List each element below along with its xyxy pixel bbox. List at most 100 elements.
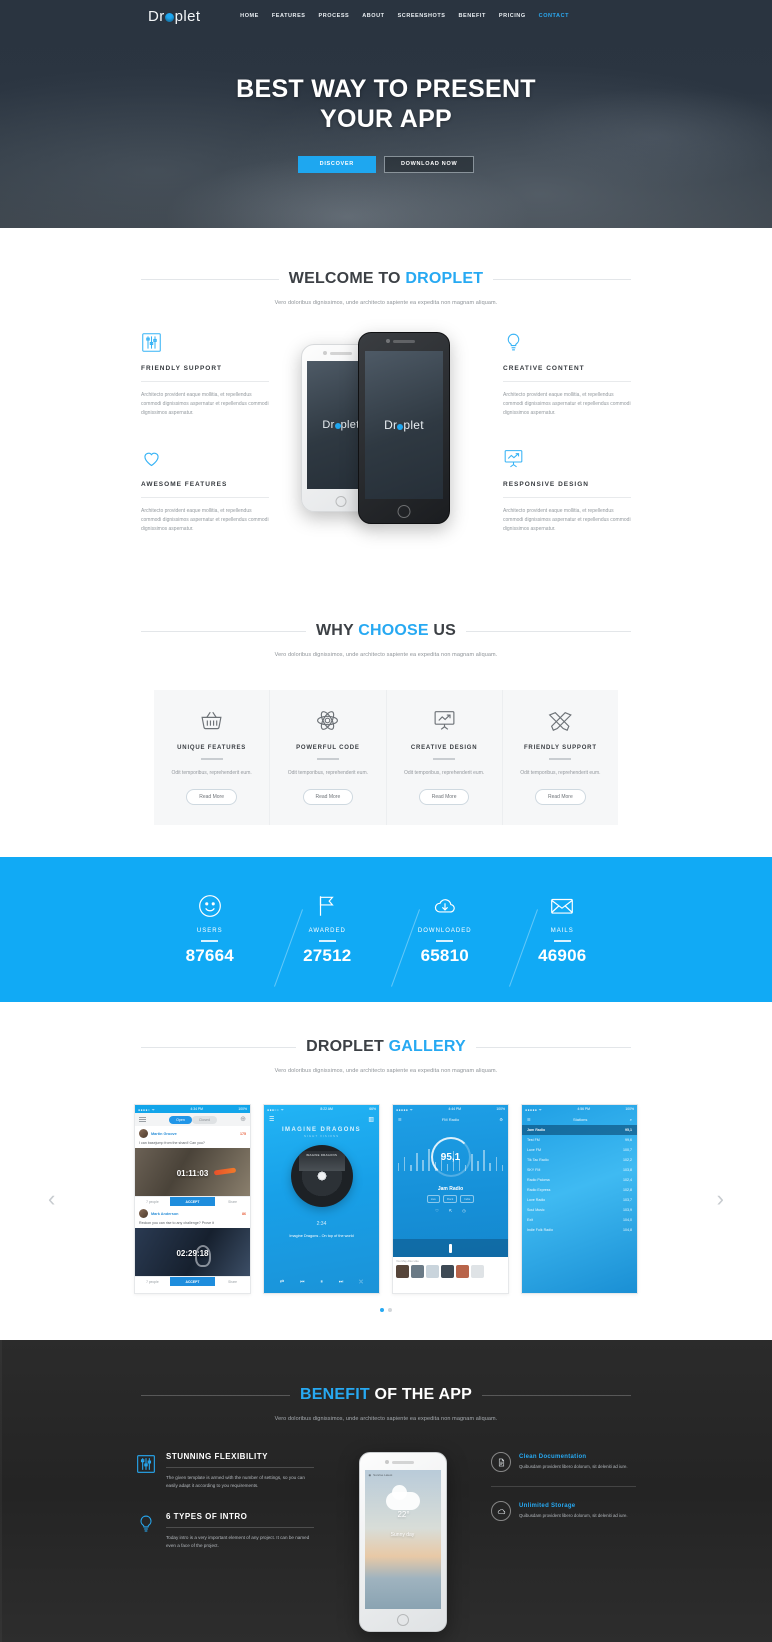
- nav-item-about[interactable]: ABOUT: [362, 13, 384, 19]
- recommendations-panel: You May Also Like: [393, 1257, 508, 1293]
- read-more-button[interactable]: Read More: [302, 789, 354, 805]
- station-row[interactable]: Test FM 99,6: [522, 1135, 637, 1145]
- album-sleeve-text: IMAGINE DRAGONS: [298, 1151, 345, 1171]
- flag-icon: [314, 893, 340, 919]
- accept-button[interactable]: ACCEPT: [169, 1197, 216, 1206]
- station-row[interactable]: Tik Tac Radio 102,2: [522, 1155, 637, 1165]
- repeat-icon[interactable]: ⇄: [280, 1279, 284, 1285]
- playlist-icon[interactable]: ▥: [368, 1116, 374, 1123]
- station-row[interactable]: Jam Radio 95,1: [522, 1125, 637, 1135]
- station-row[interactable]: Indie Folk Radio 104,8: [522, 1225, 637, 1235]
- card-unique-features: UNIQUE FEATURES Odit temporibus, reprehe…: [154, 690, 271, 825]
- post-text: Reckon you can rise to any challenge? Pr…: [139, 1221, 214, 1225]
- nav-item-process[interactable]: PROCESS: [319, 13, 350, 19]
- benefit-title: BENEFIT OF THE APP: [300, 1386, 472, 1404]
- radio-toolbar: ☰ FM Radio ⚙: [393, 1113, 508, 1125]
- station-freq: 102,2: [623, 1158, 632, 1162]
- info-icon[interactable]: ◷: [462, 1208, 466, 1213]
- thumb[interactable]: [396, 1265, 409, 1278]
- benefit-left-column: STUNNING FLEXIBILITY The given template …: [136, 1452, 314, 1572]
- favorite-icon[interactable]: ♡: [435, 1208, 439, 1213]
- read-more-button[interactable]: Read More: [418, 789, 470, 805]
- benefit-right-body: Quibusdam provident libero dolorum, sit …: [519, 1464, 628, 1469]
- gallery-screenshot-stations[interactable]: ●●●●● ᯤ 4:56 PM 100% ☰ Stations ⌕ Jam Ra…: [521, 1104, 638, 1294]
- why-cards-row: UNIQUE FEATURES Odit temporibus, reprehe…: [154, 690, 618, 825]
- features-column-left: FRIENDLY SUPPORT Architecto provident ea…: [141, 332, 269, 572]
- weather-app-label: ◉ Sunrise Latest: [365, 1470, 441, 1480]
- post-actions: 7 people ACCEPT Share: [135, 1196, 250, 1206]
- settings-icon[interactable]: ⚙: [499, 1117, 503, 1122]
- gallery-screenshot-music-player[interactable]: ●●●○○ ᯤ 8:22 AM 66% ☰ ▥ IMAGINE DRAGONS …: [263, 1104, 380, 1294]
- nav-item-features[interactable]: FEATURES: [272, 13, 306, 19]
- thumb[interactable]: [456, 1265, 469, 1278]
- nav-item-contact[interactable]: CONTACT: [539, 13, 569, 19]
- shuffle-icon[interactable]: ⤬: [359, 1279, 363, 1285]
- share-icon[interactable]: ⇱: [449, 1208, 452, 1213]
- stat-value: 87664: [185, 946, 234, 965]
- tuner-slider[interactable]: [393, 1239, 508, 1257]
- gallery-section: DROPLET GALLERY Vero doloribus dignissim…: [0, 1002, 772, 1340]
- menu-icon[interactable]: ☰: [398, 1117, 402, 1122]
- stations-screen: ●●●●● ᯤ 4:56 PM 100% ☰ Stations ⌕ Jam Ra…: [522, 1105, 637, 1293]
- phone-camera: [384, 1460, 389, 1464]
- accept-button[interactable]: ACCEPT: [169, 1277, 216, 1286]
- play-pause-icon[interactable]: ⏸: [320, 1279, 323, 1285]
- menu-icon[interactable]: [139, 1115, 146, 1123]
- tab-open[interactable]: Open: [169, 1115, 192, 1124]
- thumb[interactable]: [426, 1265, 439, 1278]
- station-row[interactable]: Love Radio 103,7: [522, 1195, 637, 1205]
- station-row[interactable]: Radio Paloma 102,4: [522, 1175, 637, 1185]
- station-freq: 103,9: [623, 1208, 632, 1212]
- welcome-subtitle: Vero doloribus dignissimos, unde archite…: [274, 300, 498, 306]
- weather-app-icon: ◉: [368, 1473, 372, 1477]
- carousel-dot-2[interactable]: [388, 1308, 392, 1312]
- tab-closed[interactable]: Closed: [191, 1115, 218, 1124]
- player-toolbar: ☰ ▥: [264, 1113, 379, 1125]
- phone-camera: [386, 339, 390, 343]
- thumb[interactable]: [471, 1265, 484, 1278]
- bulb-icon: [503, 332, 524, 353]
- thumb[interactable]: [411, 1265, 424, 1278]
- station-row[interactable]: SKY FM 103,8: [522, 1165, 637, 1175]
- menu-icon[interactable]: ☰: [527, 1117, 531, 1122]
- nav-item-pricing[interactable]: PRICING: [499, 13, 526, 19]
- previous-icon[interactable]: ⏮: [300, 1279, 305, 1285]
- station-row[interactable]: Radio Express 102,8: [522, 1185, 637, 1195]
- gallery-screenshot-challenges[interactable]: ●●●●○ ᯤ 4:34 PM 100% Open Closed ⊕ Marti…: [134, 1104, 251, 1294]
- nav-item-benefit[interactable]: BENEFIT: [459, 13, 486, 19]
- card-divider: [316, 758, 339, 760]
- thumb[interactable]: [441, 1265, 454, 1278]
- carousel-next-arrow-icon[interactable]: ›: [717, 1188, 724, 1210]
- next-icon[interactable]: ⏭: [339, 1279, 344, 1285]
- post-text: I can basejump from the shard! Can you?: [139, 1141, 205, 1145]
- card-body: Odit temporibus, reprehenderit eum.: [520, 770, 601, 776]
- add-icon[interactable]: ⊕: [240, 1116, 246, 1123]
- weather-app-name: Sunrise Latest: [373, 1473, 393, 1477]
- card-title: FRIENDLY SUPPORT: [523, 745, 597, 751]
- station-row[interactable]: Exit 104,0: [522, 1215, 637, 1225]
- download-now-button[interactable]: DOWNLOAD NOW: [383, 156, 475, 173]
- nav-item-screenshots[interactable]: SCREENSHOTS: [398, 13, 446, 19]
- read-more-button[interactable]: Read More: [535, 789, 586, 805]
- gallery-screenshot-fm-radio[interactable]: ●●●●● ᯤ 4:44 PM 100% ☰ FM Radio ⚙ 95,1 J…: [392, 1104, 509, 1294]
- basket-icon: [199, 708, 224, 733]
- track-time: 2:34: [316, 1221, 327, 1227]
- share-button[interactable]: Share: [215, 1277, 250, 1286]
- site-logo[interactable]: Dr plet: [148, 8, 200, 25]
- stat-downloaded: DOWNLOADED 65810: [390, 893, 538, 987]
- carousel-dot-1[interactable]: [380, 1308, 384, 1312]
- phone-home-button: [335, 496, 347, 507]
- station-row[interactable]: Luxe FM 100,7: [522, 1145, 637, 1155]
- phone-screen-logo: Dr plet: [365, 418, 443, 432]
- avatar: [139, 1129, 148, 1138]
- station-row[interactable]: Soul Music 103,9: [522, 1205, 637, 1215]
- share-button[interactable]: Share: [215, 1197, 250, 1206]
- search-icon[interactable]: ⌕: [630, 1117, 632, 1122]
- frequency-dial[interactable]: 95,1: [430, 1137, 471, 1177]
- carousel-prev-arrow-icon[interactable]: ‹: [48, 1188, 55, 1210]
- discover-button[interactable]: DISCOVER: [297, 156, 376, 173]
- menu-icon[interactable]: ☰: [269, 1116, 274, 1123]
- read-more-button[interactable]: Read More: [186, 789, 237, 805]
- nav-item-home[interactable]: HOME: [240, 13, 259, 19]
- post-header: Mark Anderson 86: [135, 1206, 250, 1221]
